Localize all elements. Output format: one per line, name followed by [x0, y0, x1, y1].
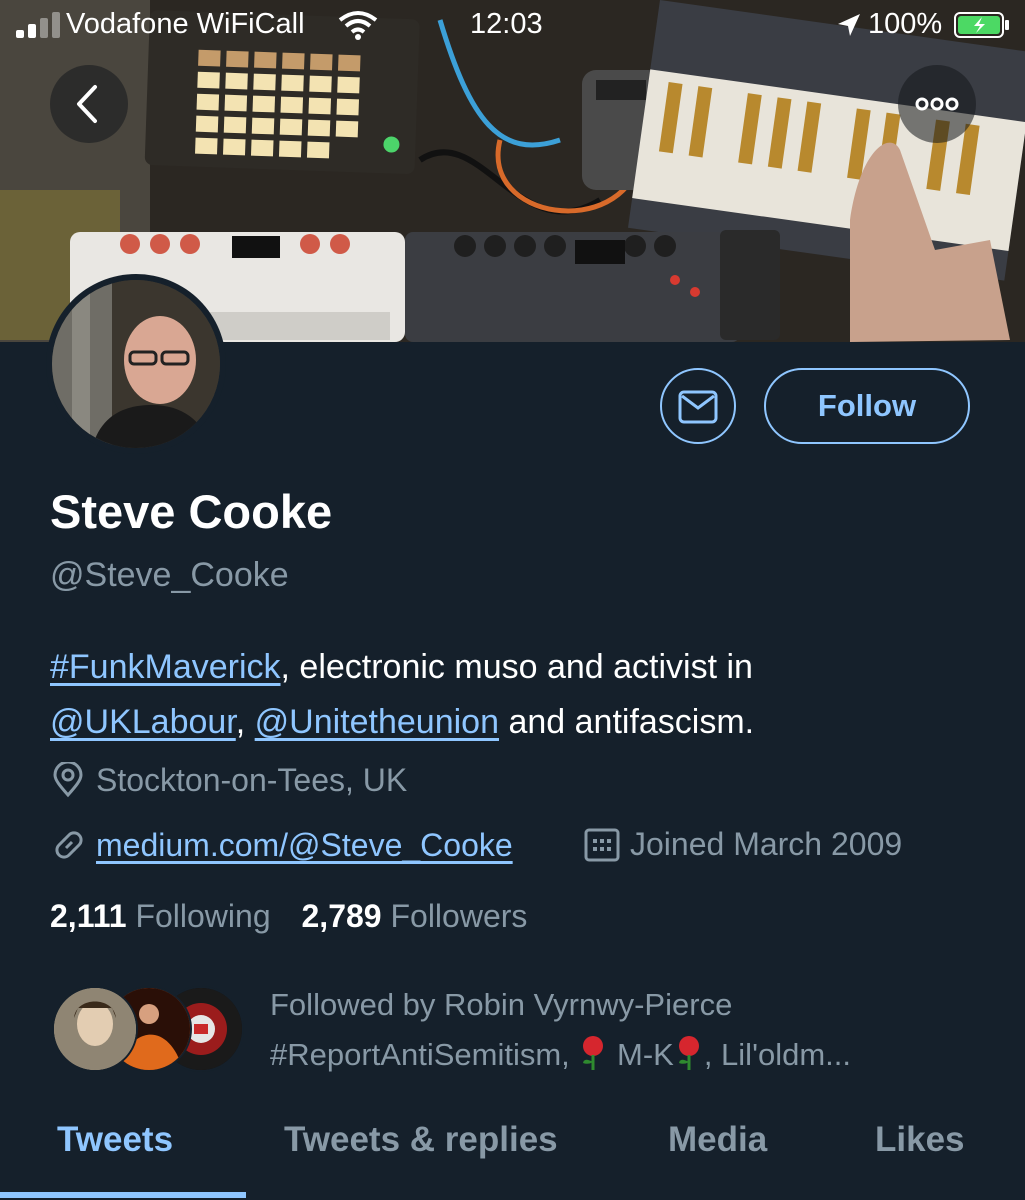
rose-emoji-icon: [678, 1036, 699, 1070]
followers-link[interactable]: 2,789 Followers: [302, 898, 528, 934]
bio-text: , electronic muso and activist in: [280, 648, 753, 686]
profile-handle: @Steve_Cooke: [50, 556, 289, 594]
location-pin-icon: [53, 760, 83, 798]
message-button[interactable]: [660, 368, 736, 444]
following-count: 2,111: [50, 898, 127, 934]
more-horizontal-icon: [915, 97, 959, 111]
calendar-icon: [584, 828, 620, 862]
location-text: Stockton-on-Tees, UK: [96, 762, 408, 798]
mutual-follower-avatar[interactable]: [52, 986, 138, 1072]
bio-mention-link[interactable]: @Unitetheunion: [255, 703, 499, 741]
battery-percentage: 100%: [868, 8, 943, 40]
profile-name: Steve Cooke: [50, 485, 333, 538]
bio-mention-link[interactable]: @UKLabour: [50, 703, 236, 741]
profile-avatar[interactable]: [46, 274, 226, 454]
back-button[interactable]: [50, 65, 128, 143]
followed-by-line2b: M-K: [608, 1037, 674, 1072]
chevron-left-icon: [77, 85, 97, 123]
status-bar: Vodafone WiFiCall 12:03 100%: [0, 0, 1025, 50]
avatar-photo: [52, 280, 220, 448]
tab-media[interactable]: Media: [668, 1120, 767, 1160]
avatar-image: [54, 988, 136, 1070]
location-arrow-icon: [838, 14, 860, 36]
rose-emoji-icon: [583, 1036, 604, 1070]
followed-by-line1: Followed by Robin Vyrnwy-Pierce: [270, 987, 733, 1022]
followed-by-text[interactable]: Followed by Robin Vyrnwy-Pierce #ReportAn…: [270, 980, 990, 1080]
link-icon: [55, 831, 83, 859]
battery-charging-icon: [954, 12, 1009, 38]
website-link[interactable]: medium.com/@Steve_Cooke: [96, 827, 513, 863]
follow-counts: 2,111 Following 2,789 Followers: [50, 898, 527, 935]
carrier-name: Vodafone WiFiCall: [66, 8, 305, 40]
location-row: Stockton-on-Tees, UK: [50, 760, 408, 799]
followed-by-line2c: , Lil'oldm...: [703, 1037, 852, 1072]
tab-tweets-replies[interactable]: Tweets & replies: [284, 1120, 558, 1160]
more-options-button[interactable]: [898, 65, 976, 143]
bio-text: ,: [235, 703, 255, 741]
profile-tabs: Tweets Tweets & replies Media Likes: [0, 1110, 1025, 1200]
mail-icon: [678, 390, 718, 424]
cellular-signal-icon: [16, 12, 60, 38]
active-tab-indicator: [0, 1192, 246, 1198]
following-link[interactable]: 2,111 Following: [50, 898, 271, 934]
tab-tweets[interactable]: Tweets: [57, 1120, 173, 1160]
bio-hashtag-link[interactable]: #FunkMaverick: [50, 648, 281, 686]
follow-button[interactable]: Follow: [764, 368, 970, 444]
followers-count: 2,789: [301, 898, 382, 934]
tab-likes[interactable]: Likes: [875, 1120, 965, 1160]
wifi-icon: [338, 11, 378, 40]
joined-date: Joined March 2009: [630, 826, 903, 862]
website-row: medium.com/@Steve_Cooke: [50, 826, 513, 864]
followed-by-line2a: #ReportAntiSemitism,: [270, 1037, 579, 1072]
status-time: 12:03: [470, 8, 543, 40]
followers-label: Followers: [390, 898, 528, 934]
joined-row: Joined March 2009: [584, 826, 902, 863]
bio-text: and antifascism.: [499, 703, 755, 741]
profile-bio: #FunkMaverick, electronic muso and activ…: [50, 640, 970, 750]
following-label: Following: [135, 898, 271, 934]
